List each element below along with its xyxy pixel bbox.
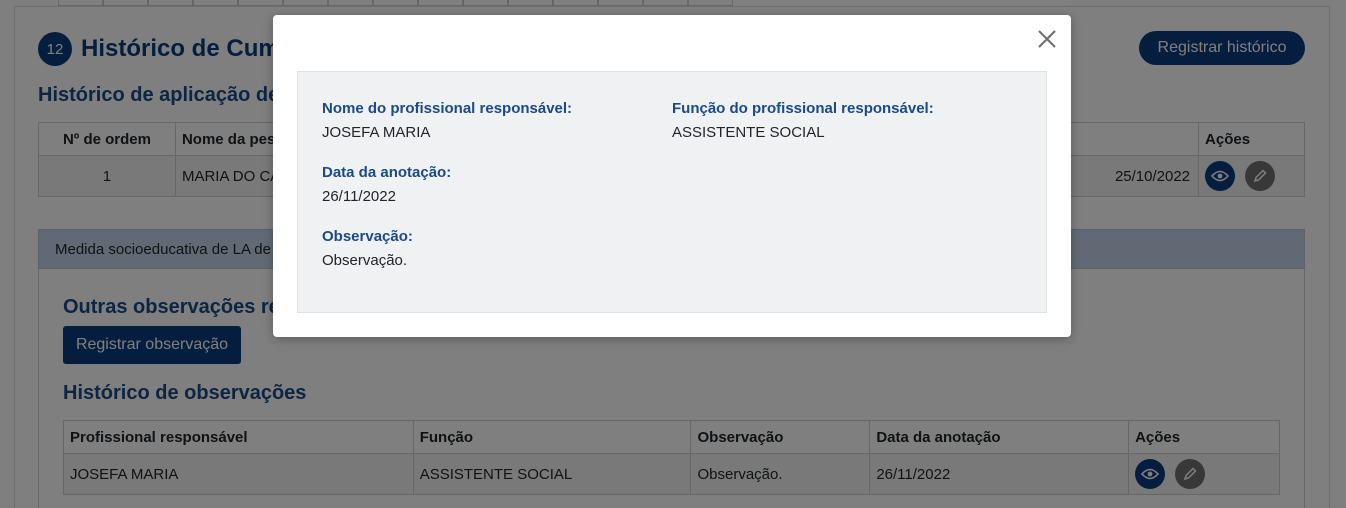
field-funcao-profissional: Função do profissional responsável: ASSI… (672, 100, 934, 141)
field-value: JOSEFA MARIA (322, 124, 431, 141)
field-nome-profissional: Nome do profissional responsável: JOSEFA… (322, 100, 572, 141)
observation-detail-modal: Nome do profissional responsável: JOSEFA… (273, 15, 1071, 337)
close-icon (1038, 30, 1056, 48)
field-value: Observação. (322, 252, 408, 269)
field-label: Nome do profissional responsável: (322, 100, 573, 117)
field-label: Observação: (322, 228, 413, 245)
field-label: Função do profissional responsável: (672, 100, 934, 117)
field-value: ASSISTENTE SOCIAL (672, 124, 825, 141)
field-data-anotacao: Data da anotação: 26/11/2022 (322, 164, 451, 205)
modal-close-button[interactable] (1035, 27, 1059, 51)
field-observacao: Observação: Observação. (322, 228, 413, 269)
field-label: Data da anotação: (322, 164, 452, 181)
observation-info-box: Nome do profissional responsável: JOSEFA… (297, 71, 1047, 313)
field-value: 26/11/2022 (322, 188, 396, 205)
